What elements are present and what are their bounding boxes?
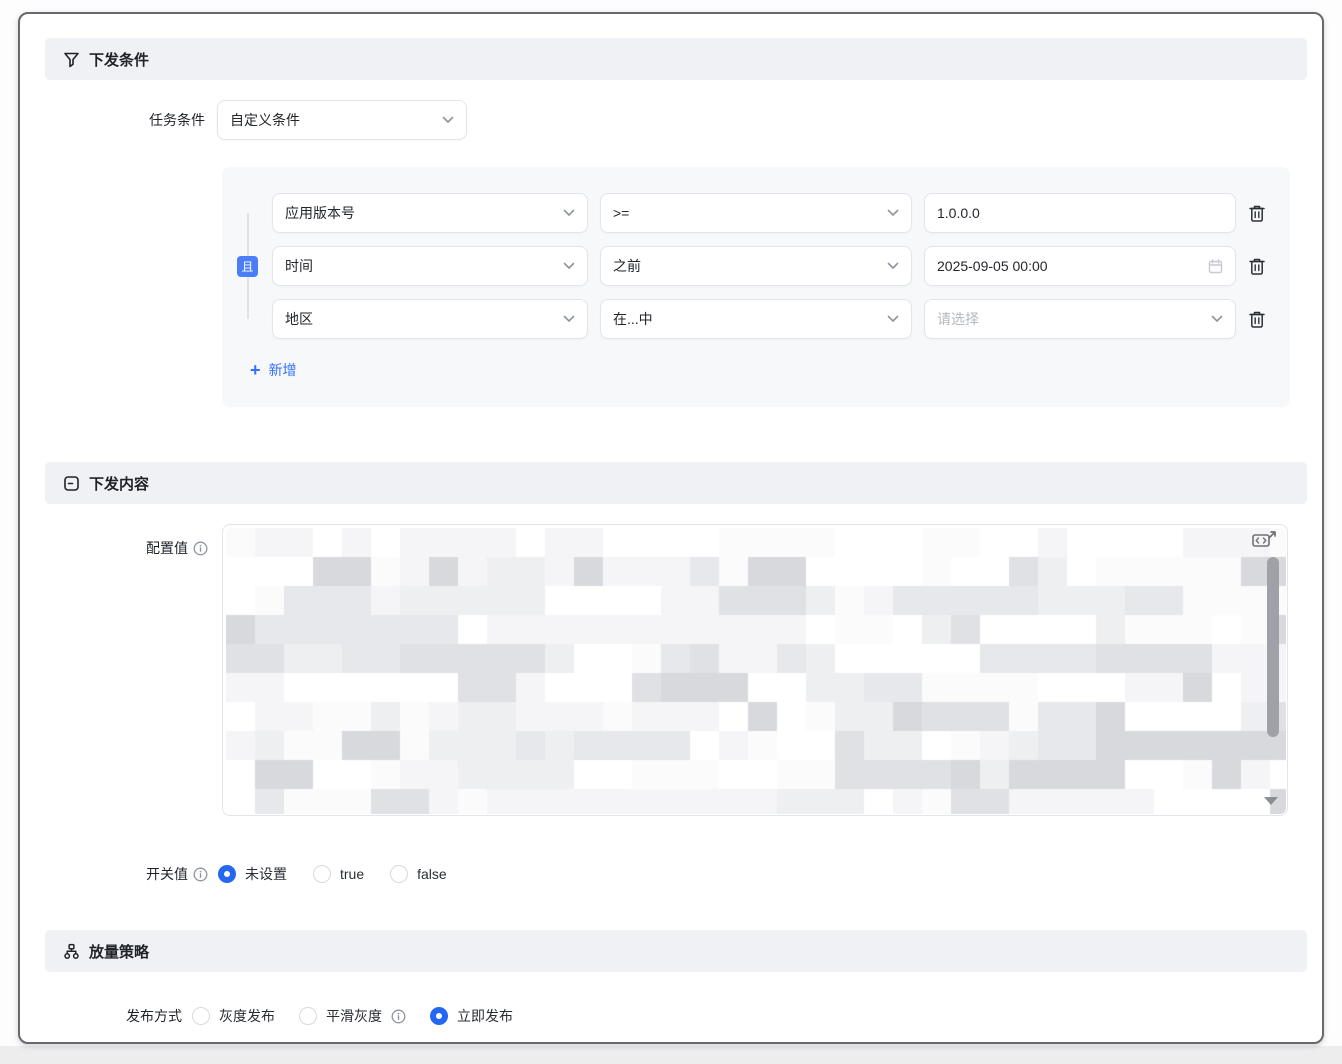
delete-condition-button[interactable] bbox=[1246, 308, 1268, 330]
chevron-down-icon bbox=[563, 262, 575, 270]
config-value-label: 配置值 bbox=[45, 538, 208, 558]
radio-icon bbox=[390, 865, 408, 883]
add-condition-label: 新增 bbox=[269, 360, 297, 380]
info-icon[interactable] bbox=[391, 1009, 406, 1024]
chevron-down-icon bbox=[1211, 315, 1223, 323]
redacted-config-content bbox=[226, 528, 1286, 814]
trash-icon bbox=[1248, 310, 1266, 329]
plus-icon: + bbox=[250, 361, 261, 379]
chevron-down-icon bbox=[887, 209, 899, 217]
editor-scroll-down-arrow[interactable] bbox=[1264, 797, 1278, 805]
condition-region-select[interactable]: 请选择 bbox=[924, 299, 1236, 339]
radio-option-immediate-release[interactable]: 立即发布 bbox=[430, 1006, 513, 1026]
chevron-down-icon bbox=[563, 209, 575, 217]
info-icon[interactable] bbox=[193, 867, 208, 882]
info-icon[interactable] bbox=[193, 541, 208, 556]
condition-operator-select[interactable]: 之前 bbox=[600, 246, 912, 286]
task-condition-value: 自定义条件 bbox=[230, 110, 434, 130]
chevron-down-icon bbox=[887, 262, 899, 270]
task-condition-label: 任务条件 bbox=[45, 110, 205, 130]
add-condition-button[interactable]: + 新增 bbox=[250, 360, 297, 380]
trash-icon bbox=[1248, 257, 1266, 276]
calendar-icon bbox=[1208, 259, 1223, 274]
radio-option-smooth-gray[interactable]: 平滑灰度 bbox=[299, 1006, 406, 1026]
version-value-field[interactable] bbox=[937, 205, 1223, 221]
publish-method-radio-group: 灰度发布 平滑灰度 立即发布 bbox=[192, 998, 513, 1034]
condition-datetime-input[interactable]: 2025-09-05 00:00 bbox=[924, 246, 1236, 286]
chevron-down-icon bbox=[887, 315, 899, 323]
radio-icon bbox=[299, 1007, 317, 1025]
radio-selected-icon bbox=[218, 865, 236, 883]
sitemap-icon bbox=[63, 943, 80, 960]
section-header-conditions: 下发条件 bbox=[45, 38, 1307, 80]
config-value-editor[interactable] bbox=[222, 524, 1288, 816]
condition-field-select[interactable]: 时间 bbox=[272, 246, 588, 286]
filter-icon bbox=[63, 51, 80, 68]
section-header-content: 下发内容 bbox=[45, 462, 1307, 504]
section-title: 下发条件 bbox=[89, 49, 149, 70]
radio-selected-icon bbox=[430, 1007, 448, 1025]
chevron-down-icon bbox=[563, 315, 575, 323]
page: 下发条件 任务条件 自定义条件 且 应用版本号 >= bbox=[0, 0, 1342, 1064]
condition-field-select[interactable]: 应用版本号 bbox=[272, 193, 588, 233]
section-title: 下发内容 bbox=[89, 473, 149, 494]
condition-field-select[interactable]: 地区 bbox=[272, 299, 588, 339]
radio-icon bbox=[192, 1007, 210, 1025]
editor-scrollbar-thumb[interactable] bbox=[1267, 557, 1279, 737]
and-operator-badge[interactable]: 且 bbox=[237, 256, 258, 277]
publish-config-card: 下发条件 任务条件 自定义条件 且 应用版本号 >= bbox=[18, 12, 1324, 1044]
page-background-band bbox=[0, 1046, 1342, 1064]
condition-operator-select[interactable]: >= bbox=[600, 193, 912, 233]
code-expand-icon bbox=[1251, 529, 1279, 551]
radio-option-true[interactable]: true bbox=[313, 865, 364, 883]
radio-option-false[interactable]: false bbox=[390, 865, 447, 883]
radio-option-gray-release[interactable]: 灰度发布 bbox=[192, 1006, 275, 1026]
section-header-strategy: 放量策略 bbox=[45, 930, 1307, 972]
trash-icon bbox=[1248, 204, 1266, 223]
section-title: 放量策略 bbox=[89, 941, 149, 962]
radio-option-unset[interactable]: 未设置 bbox=[218, 864, 287, 884]
delete-condition-button[interactable] bbox=[1246, 255, 1268, 277]
document-icon bbox=[63, 475, 80, 492]
expand-code-editor-button[interactable] bbox=[1251, 529, 1279, 551]
switch-value-label: 开关值 bbox=[45, 864, 208, 884]
chevron-down-icon bbox=[442, 116, 454, 124]
condition-value-input[interactable] bbox=[924, 193, 1236, 233]
switch-value-radio-group: 未设置 true false bbox=[218, 856, 447, 892]
publish-method-label: 发布方式 bbox=[45, 1006, 182, 1026]
radio-icon bbox=[313, 865, 331, 883]
delete-condition-button[interactable] bbox=[1246, 202, 1268, 224]
condition-operator-select[interactable]: 在...中 bbox=[600, 299, 912, 339]
task-condition-select[interactable]: 自定义条件 bbox=[217, 100, 467, 140]
